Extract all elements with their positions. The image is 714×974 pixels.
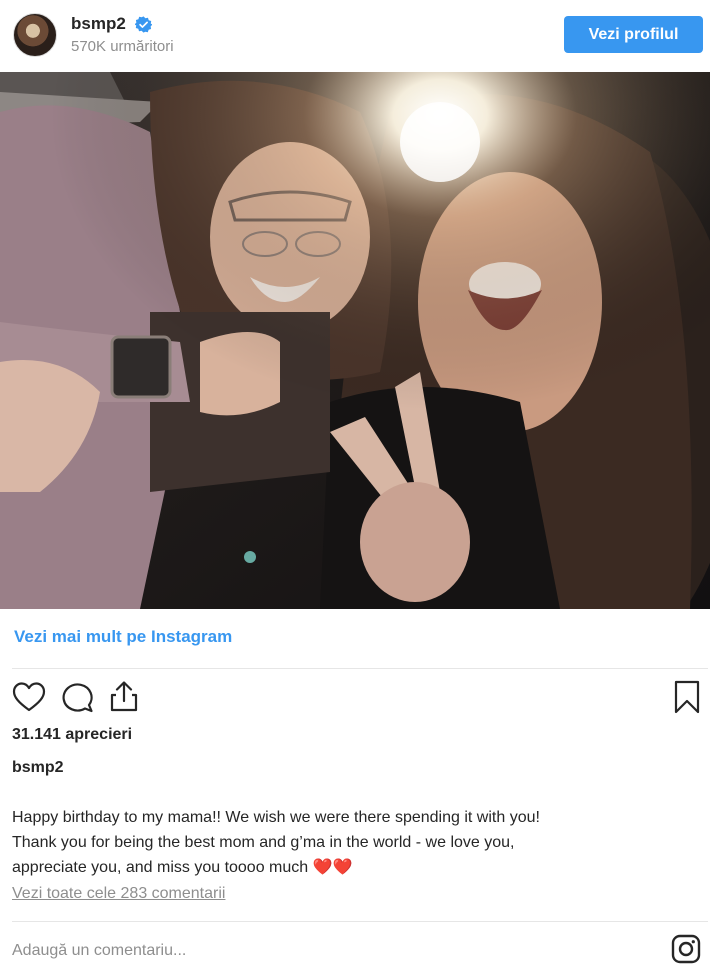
post-photo[interactable]: [0, 72, 710, 609]
caption-line: Thank you for being the best mom and g’m…: [12, 834, 515, 851]
caption-text: Happy birthday to my mama!! We wish we w…: [12, 805, 692, 880]
divider: [12, 921, 708, 922]
bookmark-icon[interactable]: [673, 680, 701, 714]
avatar[interactable]: [13, 13, 57, 57]
photo-illustration: [0, 72, 710, 609]
divider: [12, 668, 708, 669]
username[interactable]: bsmp2: [71, 14, 126, 34]
caption-line: Happy birthday to my mama!! We wish we w…: [12, 809, 540, 826]
view-profile-button[interactable]: Vezi profilul: [564, 16, 703, 53]
caption-username[interactable]: bsmp2: [12, 759, 64, 777]
caption-line: appreciate you, and miss you toooo much …: [12, 859, 353, 876]
comment-input[interactable]: [12, 938, 612, 964]
view-all-comments-link[interactable]: Vezi toate cele 283 comentarii: [12, 885, 225, 903]
like-count[interactable]: 31.141 aprecieri: [12, 726, 132, 744]
verified-badge-icon: [135, 16, 152, 33]
post-header: bsmp2 570K urmăritori Vezi profilul: [0, 0, 714, 72]
follower-count: 570K urmăritori: [71, 38, 174, 55]
instagram-logo-icon[interactable]: [671, 934, 701, 964]
view-more-on-instagram-link[interactable]: Vezi mai mult pe Instagram: [14, 627, 232, 647]
share-icon[interactable]: [107, 679, 141, 713]
heart-icon[interactable]: [12, 681, 46, 713]
comment-bubble-icon[interactable]: [60, 681, 94, 713]
